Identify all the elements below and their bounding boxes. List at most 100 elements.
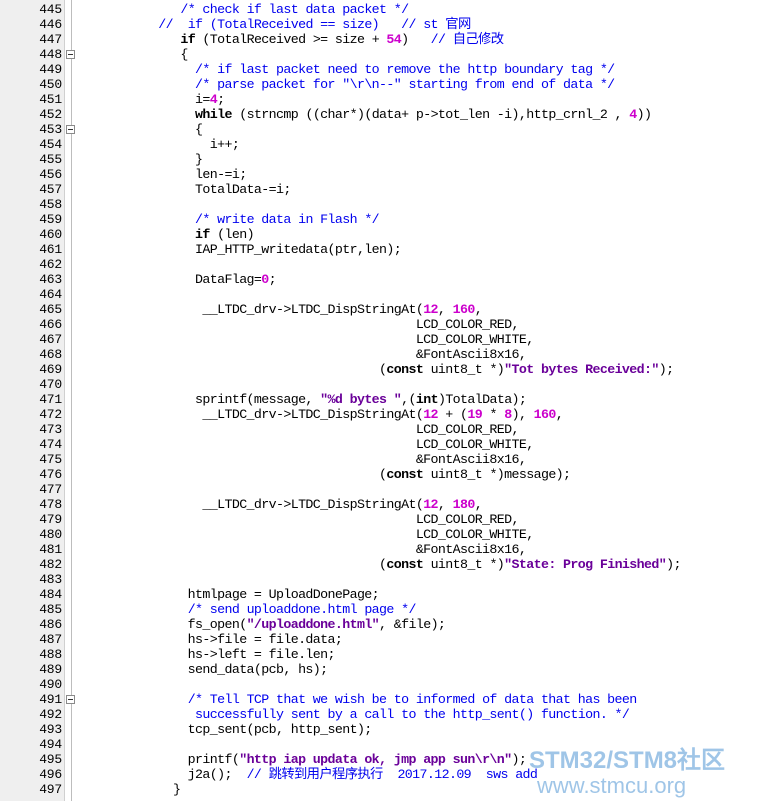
code-token: 160	[533, 407, 557, 422]
code-line[interactable]: 496 j2a(); // 跳转到用户程序执行 2017.12.09 sws a…	[0, 767, 777, 782]
code-line[interactable]: 454 i++;	[0, 137, 777, 152]
code-line[interactable]: 478 __LTDC_drv->LTDC_DispStringAt(12, 18…	[0, 497, 777, 512]
code-token: {	[92, 122, 203, 137]
code-line[interactable]: 469 (const uint8_t *)"Tot bytes Received…	[0, 362, 777, 377]
code-line[interactable]: 488 hs->left = file.len;	[0, 647, 777, 662]
code-line[interactable]: 487 hs->file = file.data;	[0, 632, 777, 647]
line-number: 453	[39, 122, 62, 137]
line-number: 497	[39, 782, 62, 797]
code-token: 4	[629, 107, 637, 122]
line-number: 487	[39, 632, 62, 647]
fold-toggle-icon[interactable]	[66, 695, 75, 704]
code-line[interactable]: 445 /* check if last data packet */	[0, 2, 777, 17]
code-token: htmlpage = UploadDonePage;	[92, 587, 380, 602]
fold-toggle-icon[interactable]	[66, 125, 75, 134]
code-line[interactable]: 480 LCD_COLOR_WHITE,	[0, 527, 777, 542]
code-line[interactable]: 489 send_data(pcb, hs);	[0, 662, 777, 677]
code-text: hs->left = file.len;	[92, 647, 336, 662]
code-line[interactable]: 451 i=4;	[0, 92, 777, 107]
code-line[interactable]: 472 __LTDC_drv->LTDC_DispStringAt(12 + (…	[0, 407, 777, 422]
code-token: 19	[467, 407, 483, 422]
code-text: (const uint8_t *)"Tot bytes Received:");	[92, 362, 674, 377]
code-line[interactable]: 474 LCD_COLOR_WHITE,	[0, 437, 777, 452]
code-line[interactable]: 450 /* parse packet for "\r\n--" startin…	[0, 77, 777, 92]
code-token: , &file);	[379, 617, 446, 632]
code-text: IAP_HTTP_writedata(ptr,len);	[92, 242, 402, 257]
code-line[interactable]: 459 /* write data in Flash */	[0, 212, 777, 227]
code-line[interactable]: 470	[0, 377, 777, 392]
code-line[interactable]: 468 &FontAscii8x16,	[0, 347, 777, 362]
code-line[interactable]: 462	[0, 257, 777, 272]
code-token: // 跳转到用户程序执行 2017.12.09 sws add	[246, 767, 538, 782]
code-token: "http iap updata ok, jmp app sun\r\n"	[239, 752, 512, 767]
line-number: 475	[39, 452, 62, 467]
code-text: /* write data in Flash */	[92, 212, 380, 227]
code-text: j2a(); // 跳转到用户程序执行 2017.12.09 sws add	[92, 767, 538, 782]
code-line[interactable]: 448 {	[0, 47, 777, 62]
code-line[interactable]: 485 /* send uploaddone.html page */	[0, 602, 777, 617]
code-line[interactable]: 446 // if (TotalReceived == size) // st …	[0, 17, 777, 32]
code-text: LCD_COLOR_WHITE,	[92, 332, 534, 347]
code-line[interactable]: 461 IAP_HTTP_writedata(ptr,len);	[0, 242, 777, 257]
code-line[interactable]: 449 /* if last packet need to remove the…	[0, 62, 777, 77]
code-token: {	[92, 47, 188, 62]
code-line[interactable]: 460 if (len)	[0, 227, 777, 242]
code-line[interactable]: 473 LCD_COLOR_RED,	[0, 422, 777, 437]
code-token: (strncmp ((char*)(data+ p->tot_len -i),h…	[231, 107, 630, 122]
code-line[interactable]: 476 (const uint8_t *)message);	[0, 467, 777, 482]
code-line[interactable]: 465 __LTDC_drv->LTDC_DispStringAt(12, 16…	[0, 302, 777, 317]
code-line[interactable]: 479 LCD_COLOR_RED,	[0, 512, 777, 527]
code-editor[interactable]: 445 /* check if last data packet */446 /…	[0, 0, 777, 801]
line-number: 459	[39, 212, 62, 227]
fold-toggle-icon[interactable]	[66, 50, 75, 59]
line-number: 473	[39, 422, 62, 437]
code-line[interactable]: 494	[0, 737, 777, 752]
code-line[interactable]: 497 }	[0, 782, 777, 797]
code-line[interactable]: 456 len-=i;	[0, 167, 777, 182]
code-line[interactable]: 463 DataFlag=0;	[0, 272, 777, 287]
code-token: len-=i;	[92, 167, 247, 182]
code-token: uint8_t *)	[423, 557, 505, 572]
code-line[interactable]: 471 sprintf(message, "%d bytes ",(int)To…	[0, 392, 777, 407]
code-line[interactable]: 484 htmlpage = UploadDonePage;	[0, 587, 777, 602]
line-number: 474	[39, 437, 62, 452]
code-line[interactable]: 475 &FontAscii8x16,	[0, 452, 777, 467]
line-number: 468	[39, 347, 62, 362]
code-line[interactable]: 492 successfully sent by a call to the h…	[0, 707, 777, 722]
line-number: 491	[39, 692, 62, 707]
code-line[interactable]: 455 }	[0, 152, 777, 167]
line-number: 485	[39, 602, 62, 617]
code-line[interactable]: 486 fs_open("/uploaddone.html", &file);	[0, 617, 777, 632]
code-token: ;	[217, 92, 225, 107]
code-text: sprintf(message, "%d bytes ",(int)TotalD…	[92, 392, 527, 407]
line-number: 471	[39, 392, 62, 407]
code-line[interactable]: 491 /* Tell TCP that we wish be to infor…	[0, 692, 777, 707]
code-token: (	[92, 362, 387, 377]
code-line[interactable]: 447 if (TotalReceived >= size + 54) // 自…	[0, 32, 777, 47]
code-line[interactable]: 490	[0, 677, 777, 692]
code-token: /* parse packet for "\r\n--" starting fr…	[195, 77, 615, 92]
code-line[interactable]: 452 while (strncmp ((char*)(data+ p->tot…	[0, 107, 777, 122]
code-line[interactable]: 458	[0, 197, 777, 212]
code-line[interactable]: 493 tcp_sent(pcb, http_sent);	[0, 722, 777, 737]
line-number: 457	[39, 182, 62, 197]
code-line[interactable]: 482 (const uint8_t *)"State: Prog Finish…	[0, 557, 777, 572]
code-text: fs_open("/uploaddone.html", &file);	[92, 617, 446, 632]
line-number: 486	[39, 617, 62, 632]
code-line[interactable]: 467 LCD_COLOR_WHITE,	[0, 332, 777, 347]
code-token: ;	[268, 272, 277, 287]
code-token: ,	[437, 302, 453, 317]
code-line[interactable]: 466 LCD_COLOR_RED,	[0, 317, 777, 332]
code-token: // if (TotalReceived == size) // st 官网	[158, 17, 471, 32]
code-line[interactable]: 481 &FontAscii8x16,	[0, 542, 777, 557]
code-line[interactable]: 464	[0, 287, 777, 302]
code-line[interactable]: 483	[0, 572, 777, 587]
code-text: {	[92, 122, 203, 137]
code-line[interactable]: 495 printf("http iap updata ok, jmp app …	[0, 752, 777, 767]
code-line[interactable]: 453 {	[0, 122, 777, 137]
code-line[interactable]: 457 TotalData-=i;	[0, 182, 777, 197]
code-text: (const uint8_t *)"State: Prog Finished")…	[92, 557, 681, 572]
code-line[interactable]: 477	[0, 482, 777, 497]
